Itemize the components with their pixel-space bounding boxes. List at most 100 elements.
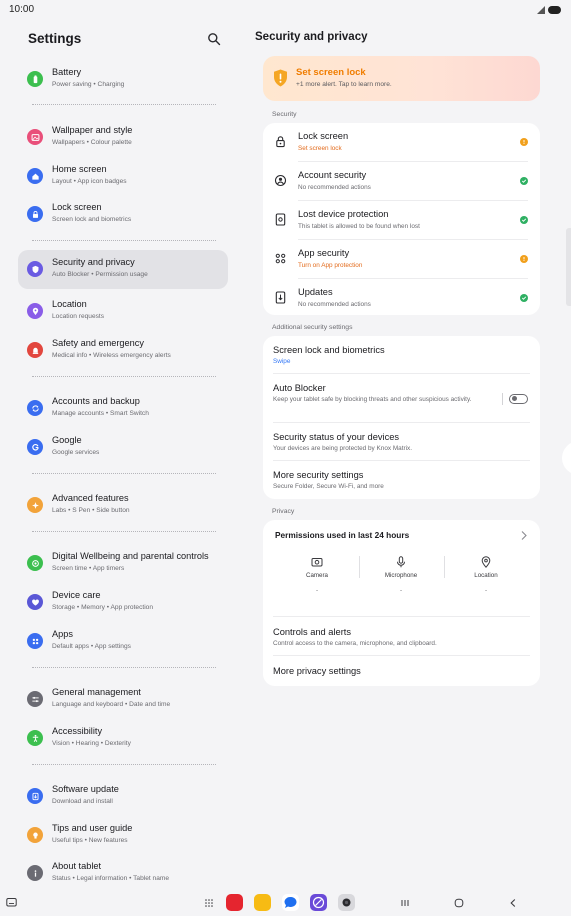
settings-item-home-screen[interactable]: Home screen Layout • App icon badges bbox=[18, 157, 228, 196]
star-icon bbox=[27, 497, 43, 513]
settings-item-accessibility[interactable]: Accessibility Vision • Hearing • Dexteri… bbox=[18, 719, 228, 758]
security-status-devices-row[interactable]: Security status of your devices Your dev… bbox=[263, 423, 540, 461]
row-value: Swipe bbox=[273, 358, 291, 365]
files-icon[interactable] bbox=[254, 894, 271, 911]
back-icon[interactable] bbox=[508, 898, 518, 908]
permission-value: - bbox=[399, 587, 403, 594]
row-sub: Control access to the camera, microphone… bbox=[273, 640, 437, 647]
battery-status-icon bbox=[548, 6, 561, 14]
settings-item-security-privacy[interactable]: Security and privacy Auto Blocker • Perm… bbox=[18, 250, 228, 289]
section-divider bbox=[32, 240, 216, 241]
location-pin-icon bbox=[27, 303, 43, 319]
settings-item-general-management[interactable]: General management Language and keyboard… bbox=[18, 680, 228, 719]
microphone-icon bbox=[397, 556, 405, 568]
permission-microphone[interactable]: Microphone - bbox=[359, 556, 443, 594]
row-label: More privacy settings bbox=[273, 666, 361, 676]
more-privacy-settings-row[interactable]: More privacy settings bbox=[263, 656, 540, 686]
camera-icon[interactable] bbox=[338, 894, 355, 911]
permission-location[interactable]: Location - bbox=[444, 556, 528, 594]
camera-icon bbox=[311, 558, 323, 567]
permission-label: Location bbox=[474, 572, 498, 579]
permission-value: - bbox=[484, 587, 488, 594]
settings-item-label: Apps bbox=[52, 629, 73, 639]
toggle-divider bbox=[502, 393, 503, 405]
settings-item-tips[interactable]: Tips and user guide Useful tips • New fe… bbox=[18, 816, 228, 855]
wallpaper-icon bbox=[27, 129, 43, 145]
auto-blocker-toggle[interactable] bbox=[509, 394, 528, 404]
settings-list-pane: Settings Battery Power saving • Charging… bbox=[0, 20, 246, 890]
permissions-used-panel[interactable]: Permissions used in last 24 hours Camera… bbox=[263, 520, 540, 617]
section-label-privacy: Privacy bbox=[272, 508, 295, 515]
google-icon bbox=[27, 439, 43, 455]
ok-check-icon bbox=[520, 177, 528, 185]
status-time: 10:00 bbox=[9, 4, 35, 15]
settings-item-label: Accessibility bbox=[52, 726, 103, 736]
keyboard-toggle-icon[interactable] bbox=[6, 897, 17, 908]
row-label: Screen lock and biometrics bbox=[273, 345, 385, 355]
settings-item-sub: Screen lock and biometrics bbox=[52, 216, 132, 223]
row-label: Account security bbox=[298, 170, 367, 180]
settings-item-google[interactable]: Google Google services bbox=[18, 428, 228, 467]
settings-item-about-tablet[interactable]: About tablet Status • Legal information … bbox=[18, 854, 228, 893]
status-bar: 10:00 bbox=[0, 0, 571, 20]
security-privacy-pane: Security and privacy Set screen lock +1 … bbox=[246, 20, 571, 890]
settings-item-sub: Language and keyboard • Date and time bbox=[52, 701, 171, 708]
info-icon bbox=[27, 865, 43, 881]
search-icon[interactable] bbox=[207, 32, 221, 46]
section-divider bbox=[32, 376, 216, 377]
more-security-settings-row[interactable]: More security settings Secure Folder, Se… bbox=[263, 461, 540, 499]
security-row-lost-device[interactable]: Lost device protection This tablet is al… bbox=[263, 201, 540, 240]
settings-item-device-care[interactable]: Device care Storage • Memory • App prote… bbox=[18, 583, 228, 622]
recents-icon[interactable] bbox=[400, 898, 410, 908]
settings-item-label: Lock screen bbox=[52, 202, 102, 212]
settings-item-sub: Power saving • Charging bbox=[52, 81, 125, 88]
notes-icon[interactable] bbox=[226, 894, 243, 911]
home-button-icon[interactable] bbox=[454, 898, 464, 908]
settings-item-digital-wellbeing[interactable]: Digital Wellbeing and parental controls … bbox=[18, 544, 228, 583]
settings-item-safety-emergency[interactable]: Safety and emergency Medical info • Wire… bbox=[18, 331, 228, 370]
edge-panel-handle[interactable] bbox=[566, 228, 571, 306]
settings-item-label: Location bbox=[52, 299, 87, 309]
settings-item-accounts-backup[interactable]: Accounts and backup Manage accounts • Sm… bbox=[18, 389, 228, 428]
controls-alerts-row[interactable]: Controls and alerts Control access to th… bbox=[263, 617, 540, 656]
settings-item-location[interactable]: Location Location requests bbox=[18, 292, 228, 331]
settings-item-label: Accounts and backup bbox=[52, 396, 140, 406]
messages-icon[interactable] bbox=[282, 894, 299, 911]
security-row-lock-screen[interactable]: Lock screen Set screen lock bbox=[263, 123, 540, 162]
settings-item-label: Wallpaper and style bbox=[52, 125, 133, 135]
row-label: Security status of your devices bbox=[273, 432, 400, 442]
settings-item-advanced-features[interactable]: Advanced features Labs • S Pen • Side bu… bbox=[18, 486, 228, 525]
security-alert-banner[interactable]: Set screen lock +1 more alert. Tap to le… bbox=[263, 56, 540, 101]
permission-value: - bbox=[315, 587, 319, 594]
settings-item-wallpaper[interactable]: Wallpaper and style Wallpapers • Colour … bbox=[18, 118, 228, 157]
permission-camera[interactable]: Camera - bbox=[275, 556, 359, 594]
screen-lock-biometrics-row[interactable]: Screen lock and biometrics Swipe bbox=[263, 336, 540, 374]
security-row-app-security[interactable]: App security Turn on App protection bbox=[263, 240, 540, 279]
settings-item-sub: Screen time • App timers bbox=[52, 565, 125, 572]
internet-icon[interactable] bbox=[310, 894, 327, 911]
section-divider bbox=[32, 531, 216, 532]
row-sub: Turn on App protection bbox=[298, 262, 363, 269]
settings-item-lock-screen[interactable]: Lock screen Screen lock and biometrics bbox=[18, 195, 228, 234]
permission-label: Camera bbox=[305, 572, 328, 579]
row-label: Auto Blocker bbox=[273, 383, 326, 393]
settings-item-software-update[interactable]: Software update Download and install bbox=[18, 777, 228, 816]
chevron-right-icon[interactable] bbox=[520, 530, 528, 541]
section-divider bbox=[32, 104, 216, 105]
settings-item-label: Home screen bbox=[52, 164, 107, 174]
row-label: Lost device protection bbox=[298, 209, 389, 219]
section-label-security: Security bbox=[272, 111, 297, 118]
settings-item-battery[interactable]: Battery Power saving • Charging bbox=[18, 60, 228, 99]
settings-item-label: General management bbox=[52, 687, 141, 697]
auto-blocker-row[interactable]: Auto Blocker Keep your tablet safe by bl… bbox=[263, 374, 540, 423]
app-drawer-icon[interactable] bbox=[204, 898, 214, 908]
permission-label: Microphone bbox=[384, 572, 418, 579]
settings-item-label: Tips and user guide bbox=[52, 823, 133, 833]
security-row-account-security[interactable]: Account security No recommended actions bbox=[263, 162, 540, 201]
security-row-updates[interactable]: Updates No recommended actions bbox=[263, 279, 540, 318]
settings-item-label: Advanced features bbox=[52, 493, 129, 503]
apps-grid-icon bbox=[27, 633, 43, 649]
lock-icon bbox=[276, 136, 285, 148]
settings-item-apps[interactable]: Apps Default apps • App settings bbox=[18, 622, 228, 661]
settings-title: Settings bbox=[28, 31, 82, 46]
